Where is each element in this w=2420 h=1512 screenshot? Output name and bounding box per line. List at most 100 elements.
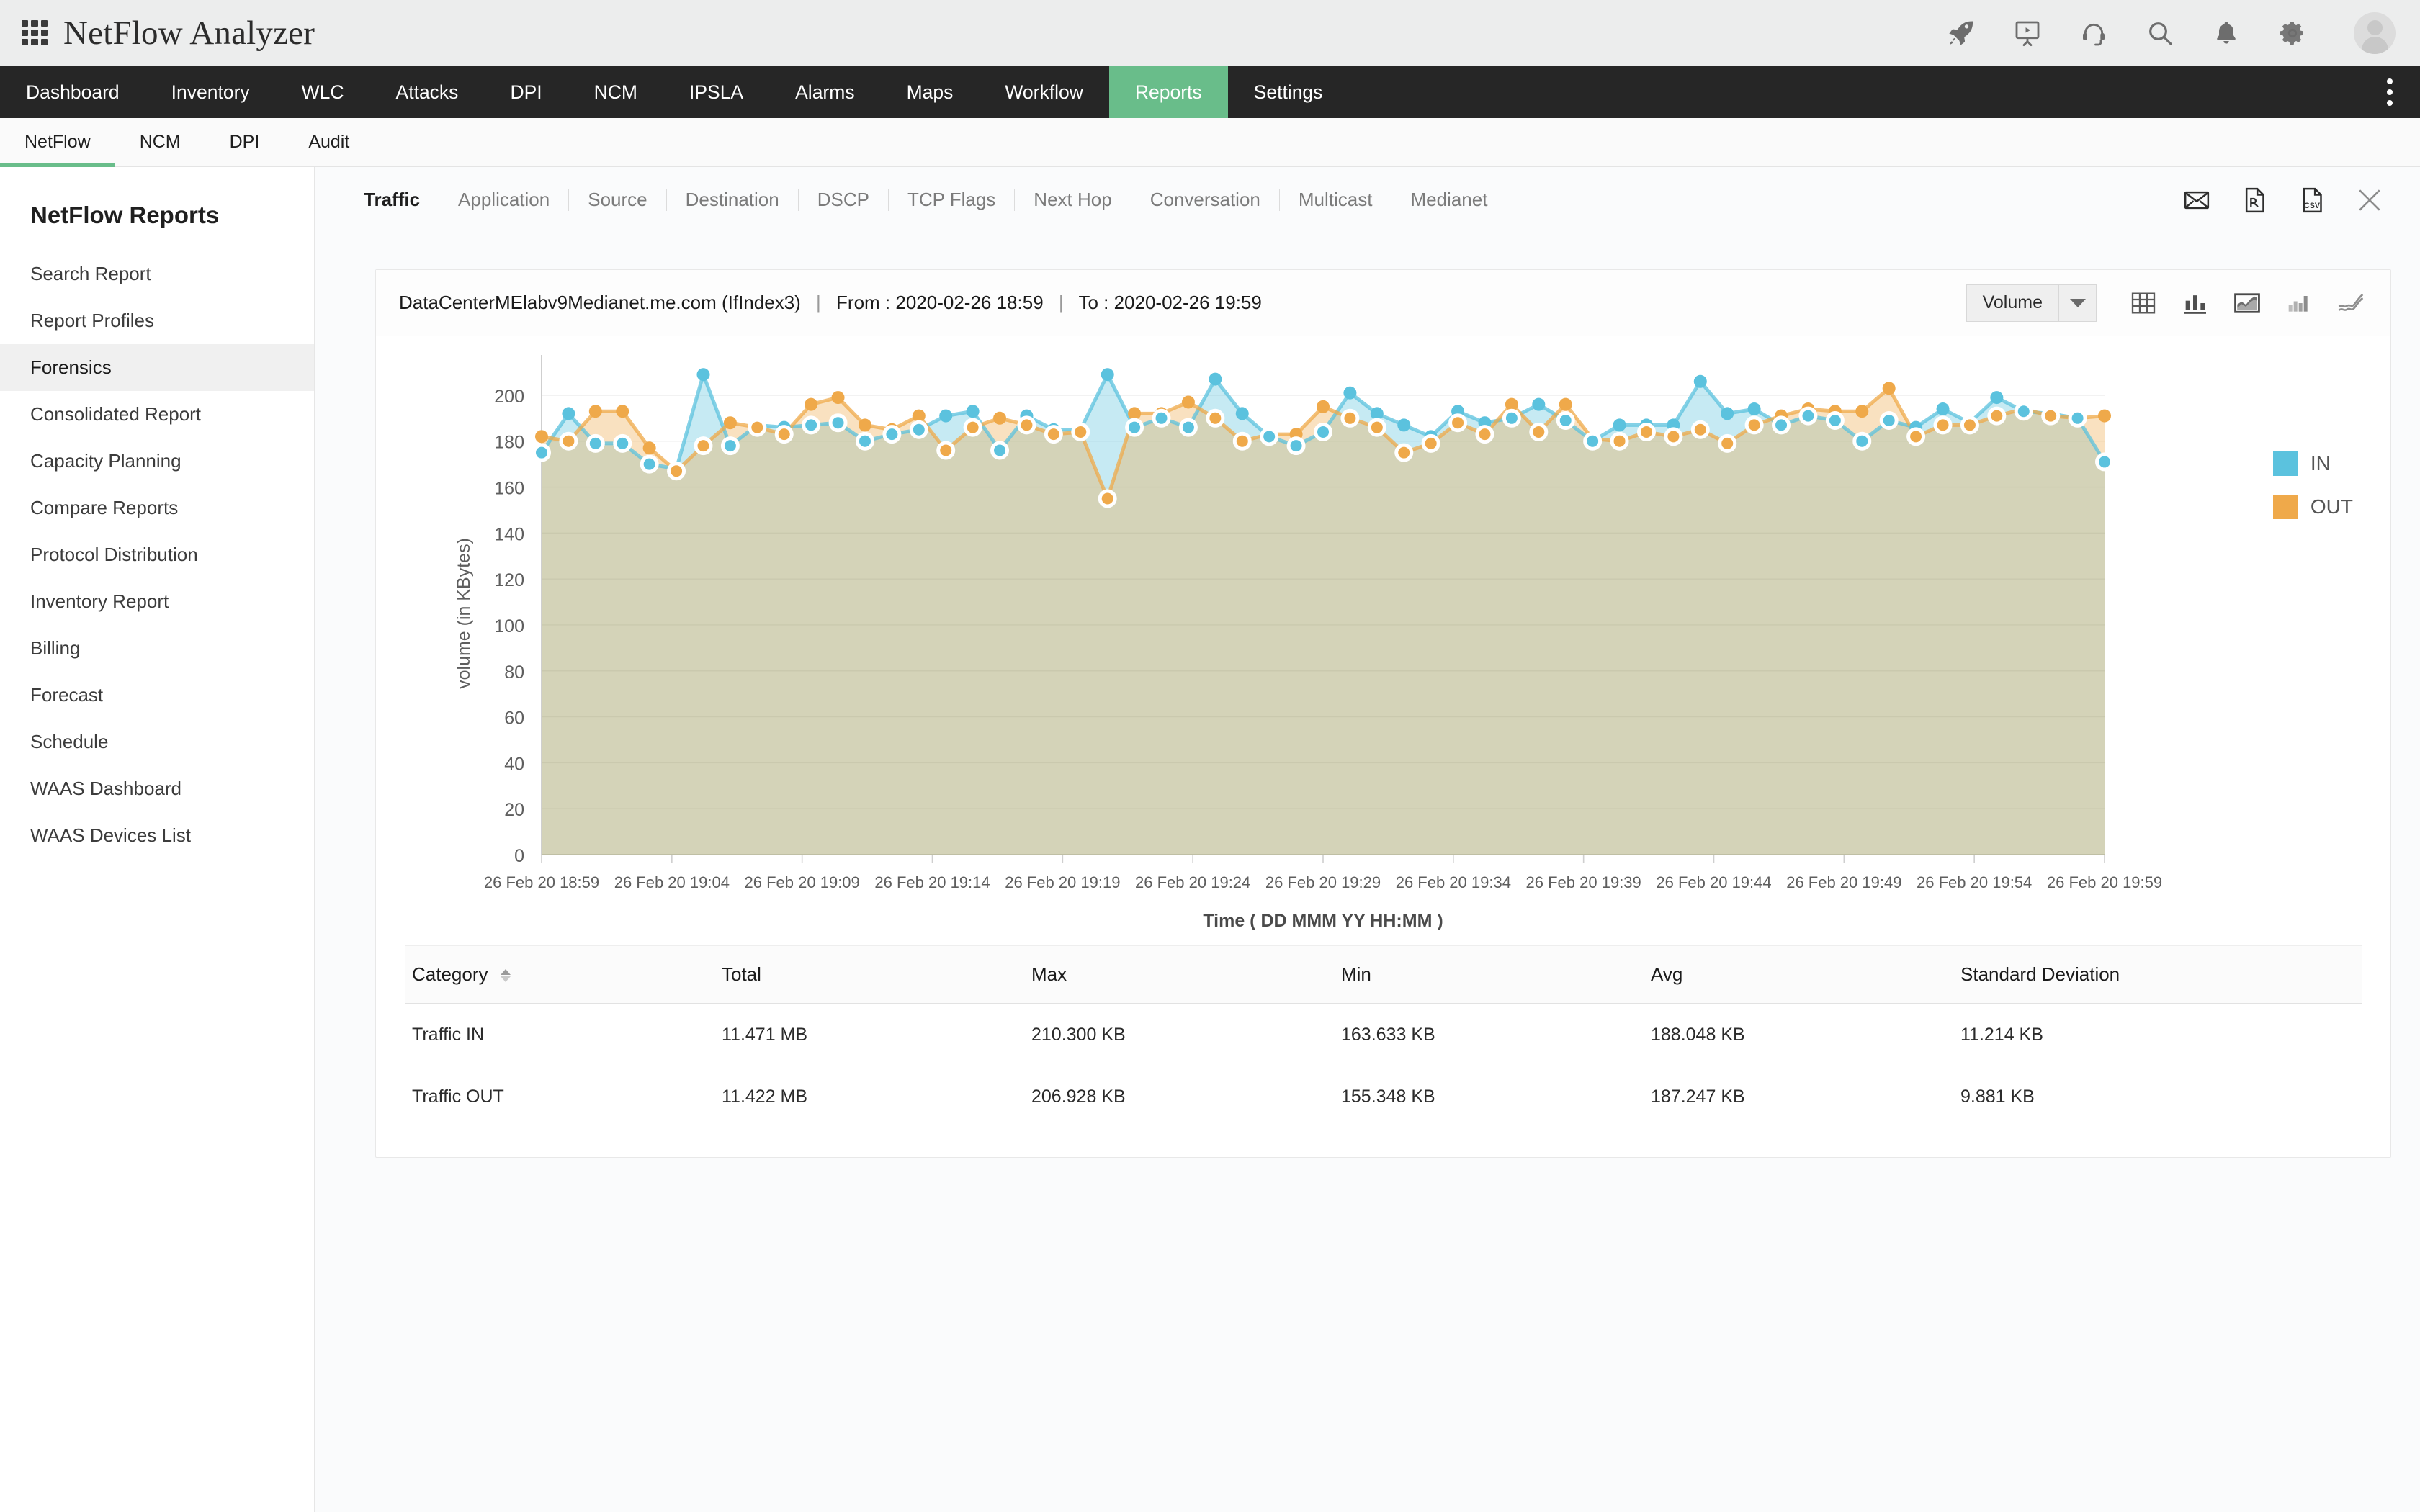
sidebar-item-search-report[interactable]: Search Report [0, 251, 314, 297]
svg-text:40: 40 [504, 754, 524, 774]
sidebar-item-forecast[interactable]: Forecast [0, 672, 314, 719]
nav-item-ncm[interactable]: NCM [568, 66, 663, 118]
col-header-total[interactable]: Total [714, 945, 1024, 1004]
csv-export-icon[interactable]: CSV [2296, 184, 2328, 216]
subnav-item-dpi[interactable]: DPI [205, 118, 284, 166]
search-icon[interactable] [2145, 18, 2175, 48]
tab-medianet[interactable]: Medianet [1391, 189, 1506, 211]
chart-type-toolbar [2127, 287, 2367, 320]
sidebar-item-waas-devices-list[interactable]: WAAS Devices List [0, 812, 314, 859]
svg-text:0: 0 [514, 846, 524, 866]
apps-grid-icon[interactable] [22, 19, 48, 46]
subnav-item-audit[interactable]: Audit [284, 118, 374, 166]
report-tab-list: Traffic Application Source Destination D… [315, 189, 1506, 211]
nav-item-dpi[interactable]: DPI [484, 66, 568, 118]
tab-conversation[interactable]: Conversation [1130, 189, 1279, 211]
sidebar-heading: NetFlow Reports [30, 202, 220, 228]
nav-item-attacks[interactable]: Attacks [370, 66, 485, 118]
col-header-standard-deviation[interactable]: Standard Deviation [1953, 945, 2362, 1004]
sidebar-item-waas-dashboard[interactable]: WAAS Dashboard [0, 765, 314, 812]
nav-item-maps[interactable]: Maps [881, 66, 980, 118]
nav-item-dashboard[interactable]: Dashboard [0, 66, 145, 118]
svg-text:200: 200 [494, 387, 524, 407]
legend-label-in: IN [2310, 452, 2331, 474]
svg-text:26 Feb 20 19:14: 26 Feb 20 19:14 [874, 873, 990, 891]
report-tab-bar: Traffic Application Source Destination D… [315, 167, 2420, 233]
email-icon[interactable] [2181, 184, 2213, 216]
sidebar-item-consolidated-report[interactable]: Consolidated Report [0, 391, 314, 438]
pdf-export-icon[interactable] [2238, 184, 2270, 216]
legend-item-out[interactable]: OUT [2272, 495, 2353, 519]
bar-chart-icon[interactable] [2179, 287, 2212, 320]
sidebar-item-schedule[interactable]: Schedule [0, 719, 314, 765]
sidebar-item-inventory-report[interactable]: Inventory Report [0, 578, 314, 625]
area-chart-icon[interactable] [2231, 287, 2264, 320]
main-navigation: Dashboard Inventory WLC Attacks DPI NCM … [0, 66, 2420, 118]
col-header-avg[interactable]: Avg [1644, 945, 1953, 1004]
headset-icon[interactable] [2079, 18, 2109, 48]
nav-item-settings[interactable]: Settings [1228, 66, 1349, 118]
avatar[interactable] [2354, 12, 2396, 54]
column-chart-icon[interactable] [2282, 287, 2316, 320]
cell-standard-deviation: 9.881 KB [1953, 1066, 2362, 1128]
tab-multicast[interactable]: Multicast [1278, 189, 1392, 211]
line-chart-icon[interactable] [2334, 287, 2367, 320]
sidebar-item-compare-reports[interactable]: Compare Reports [0, 485, 314, 531]
col-header-category[interactable]: Category [405, 945, 714, 1004]
metric-select[interactable]: Volume [1966, 284, 2097, 322]
subnav-item-ncm[interactable]: NCM [115, 118, 205, 166]
cell-avg: 187.247 KB [1644, 1066, 1953, 1128]
legend-item-in[interactable]: IN [2272, 451, 2353, 476]
nav-item-reports[interactable]: Reports [1108, 66, 1228, 118]
nav-item-alarms[interactable]: Alarms [769, 66, 880, 118]
svg-text:Time ( DD MMM YY HH:MM ): Time ( DD MMM YY HH:MM ) [1203, 911, 1443, 931]
sidebar-item-forensics[interactable]: Forensics [0, 344, 314, 391]
gear-icon[interactable] [2277, 18, 2308, 48]
sort-asc-icon [500, 969, 511, 976]
tab-dscp[interactable]: DSCP [797, 189, 888, 211]
subnav-item-netflow[interactable]: NetFlow [0, 118, 115, 167]
rocket-icon[interactable] [1946, 18, 1976, 48]
nav-item-inventory[interactable]: Inventory [145, 66, 276, 118]
report-from-label: From : 2020-02-26 18:59 [836, 292, 1044, 313]
svg-text:26 Feb 20 19:54: 26 Feb 20 19:54 [1917, 873, 2032, 891]
presentation-icon[interactable] [2012, 18, 2043, 48]
report-header-text: DataCenterMElabv9Medianet.me.com (IfInde… [399, 292, 1262, 314]
report-to-label: To : 2020-02-26 19:59 [1078, 292, 1262, 313]
tab-destination[interactable]: Destination [666, 189, 798, 211]
bell-icon[interactable] [2211, 18, 2241, 48]
svg-text:26 Feb 20 19:19: 26 Feb 20 19:19 [1005, 873, 1120, 891]
col-header-category-label: Category [412, 963, 488, 985]
cell-avg: 188.048 KB [1644, 1004, 1953, 1066]
svg-text:26 Feb 20 19:04: 26 Feb 20 19:04 [614, 873, 730, 891]
metric-select-value: Volume [1982, 292, 2043, 312]
sidebar-item-capacity-planning[interactable]: Capacity Planning [0, 438, 314, 485]
sidebar-item-billing[interactable]: Billing [0, 625, 314, 672]
nav-item-wlc[interactable]: WLC [276, 66, 370, 118]
table-view-icon[interactable] [2127, 287, 2160, 320]
cell-min: 163.633 KB [1334, 1004, 1644, 1066]
tab-traffic[interactable]: Traffic [345, 189, 439, 211]
cell-standard-deviation: 11.214 KB [1953, 1004, 2362, 1066]
chevron-down-icon[interactable] [2058, 284, 2096, 321]
content-area: Traffic Application Source Destination D… [315, 167, 2420, 1512]
more-vertical-icon[interactable] [2374, 66, 2406, 118]
cell-category: Traffic OUT [405, 1066, 714, 1128]
legend-label-out: OUT [2310, 495, 2353, 518]
col-header-min[interactable]: Min [1334, 945, 1644, 1004]
cell-max: 210.300 KB [1024, 1004, 1334, 1066]
tab-next-hop[interactable]: Next Hop [1014, 189, 1130, 211]
tab-tcp-flags[interactable]: TCP Flags [887, 189, 1014, 211]
tab-application[interactable]: Application [439, 189, 568, 211]
nav-item-workflow[interactable]: Workflow [979, 66, 1108, 118]
close-icon[interactable] [2354, 184, 2385, 216]
sort-arrows-icon[interactable] [500, 969, 511, 983]
col-header-max[interactable]: Max [1024, 945, 1334, 1004]
tab-source[interactable]: Source [568, 189, 666, 211]
sidebar-item-report-profiles[interactable]: Report Profiles [0, 297, 314, 344]
cell-total: 11.471 MB [714, 1004, 1024, 1066]
nav-item-ipsla[interactable]: IPSLA [663, 66, 769, 118]
legend-swatch-in [2272, 451, 2298, 476]
sidebar-item-protocol-distribution[interactable]: Protocol Distribution [0, 531, 314, 578]
svg-text:160: 160 [494, 479, 524, 499]
